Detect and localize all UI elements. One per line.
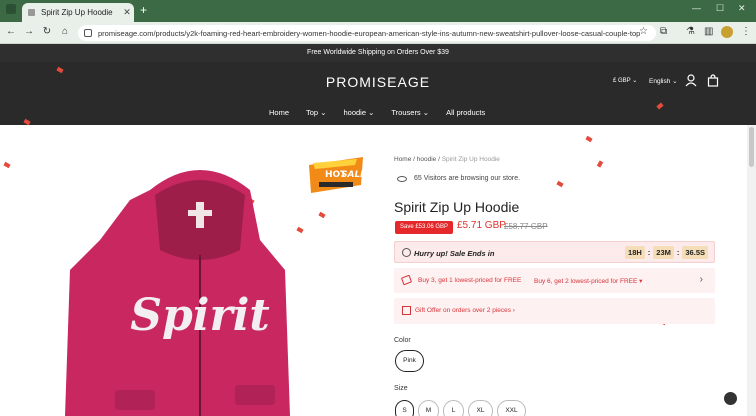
offer-buy-6[interactable]: Buy 6, get 2 lowest-priced for FREE ▾ xyxy=(534,277,642,285)
size-options: S M L XL XXL xyxy=(395,400,530,416)
size-option-xl[interactable]: XL xyxy=(468,400,493,416)
url-text: promiseage.com/products/y2k-foaming-red-… xyxy=(98,28,641,38)
sale-price: £5.71 GBP xyxy=(457,220,506,231)
clock-icon xyxy=(402,248,411,257)
size-label: Size xyxy=(394,385,408,392)
browser-menu-icon[interactable]: ⋮ xyxy=(741,26,751,37)
timer-hours: 18H xyxy=(625,246,645,259)
color-option-pink[interactable]: Pink xyxy=(395,350,424,372)
browser-toolbar: ← → ↻ ⌂ promiseage.com/products/y2k-foam… xyxy=(0,22,756,44)
page-scrollbar[interactable] xyxy=(747,125,756,416)
size-option-xxl[interactable]: XXL xyxy=(497,400,526,416)
save-badge: Save £53.06 GBP xyxy=(395,221,454,234)
close-window-icon[interactable]: ✕ xyxy=(738,3,746,14)
countdown-timer: 18H : 23M : 36.5S xyxy=(625,246,708,259)
address-bar[interactable]: promiseage.com/products/y2k-foaming-red-… xyxy=(78,25,656,41)
back-icon[interactable]: ← xyxy=(4,26,18,37)
gift-offer-text[interactable]: Gift Offer on orders over 2 pieces › xyxy=(415,307,515,314)
nav-item-home[interactable]: Home xyxy=(269,108,289,117)
hot-sale-badge: HOT SALE xyxy=(309,157,367,193)
bookmark-star-icon[interactable]: ☆ xyxy=(639,26,648,37)
hoodie-print-text: Spirit xyxy=(130,290,269,341)
minimize-icon[interactable]: — xyxy=(692,3,701,13)
tag-icon xyxy=(400,274,413,286)
chevron-right-icon[interactable]: › xyxy=(700,274,703,285)
breadcrumb: Home / hoodie / Spirit Zip Up Hoodie xyxy=(394,156,500,163)
eye-icon xyxy=(397,175,407,182)
new-tab-button[interactable]: + xyxy=(140,3,147,17)
hurry-text: Hurry up! Sale Ends in xyxy=(414,249,495,258)
nav-item-all-products[interactable]: All products xyxy=(446,108,485,117)
close-tab-icon[interactable]: ✕ xyxy=(120,7,134,18)
hot-sale-line2: SALE xyxy=(341,170,367,180)
language-selector[interactable]: English ⌄ xyxy=(649,77,678,85)
gift-offer-bar[interactable]: Gift Offer on orders over 2 pieces › xyxy=(394,298,715,324)
bundle-offer-bar[interactable]: Buy 3, get 1 lowest-priced for FREE Buy … xyxy=(394,268,715,293)
color-label: Color xyxy=(394,337,411,344)
breadcrumb-current: Spirit Zip Up Hoodie xyxy=(441,156,500,163)
scrollbar-thumb[interactable] xyxy=(749,127,754,167)
size-option-m[interactable]: M xyxy=(418,400,439,416)
currency-selector[interactable]: £ GBP ⌄ xyxy=(613,77,637,84)
gift-icon xyxy=(402,306,411,315)
site-logo[interactable]: PROMISEAGE xyxy=(0,74,756,90)
home-icon[interactable]: ⌂ xyxy=(58,26,72,37)
currency-value: £ GBP xyxy=(613,78,631,84)
size-option-l[interactable]: L xyxy=(443,400,464,416)
breadcrumb-category[interactable]: hoodie xyxy=(417,156,437,163)
visitors-text: 65 Visitors are browsing our store. xyxy=(414,175,521,182)
chat-widget-icon[interactable] xyxy=(724,392,737,405)
caret-down-icon: ▾ xyxy=(639,278,643,285)
compare-price: £58.77 GBP xyxy=(504,222,548,231)
browser-tab-bar: Spirit Zip Up Hoodie ✕ + — ☐ ✕ xyxy=(0,0,756,22)
announcement-bar: Free Worldwide Shipping on Orders Over $… xyxy=(0,44,756,62)
breadcrumb-home[interactable]: Home xyxy=(394,156,411,163)
product-image[interactable]: Spirit xyxy=(60,160,290,416)
size-option-s[interactable]: S xyxy=(395,400,414,416)
browser-tab[interactable]: Spirit Zip Up Hoodie ✕ xyxy=(22,3,134,22)
confetti xyxy=(318,211,326,219)
confetti xyxy=(585,135,593,143)
confetti xyxy=(556,180,564,188)
site-info-icon[interactable] xyxy=(84,29,92,37)
confetti xyxy=(3,161,11,169)
timer-seconds: 36.5S xyxy=(682,246,708,259)
countdown-banner: Hurry up! Sale Ends in 18H : 23M : 36.5S xyxy=(394,241,715,263)
forward-icon[interactable]: → xyxy=(22,26,36,37)
language-value: English xyxy=(649,78,671,85)
product-title: Spirit Zip Up Hoodie xyxy=(394,199,520,215)
cart-icon[interactable] xyxy=(707,74,719,87)
extensions-icon[interactable]: ⧉ xyxy=(660,26,667,37)
nav-item-top[interactable]: Top ⌄ xyxy=(306,108,326,117)
reload-icon[interactable]: ↻ xyxy=(40,26,54,37)
account-icon[interactable] xyxy=(685,74,697,87)
maximize-icon[interactable]: ☐ xyxy=(716,3,724,14)
favicon-icon xyxy=(28,9,35,16)
tab-search-icon[interactable] xyxy=(6,4,16,14)
nav-item-trousers[interactable]: Trousers ⌄ xyxy=(391,108,429,117)
timer-minutes: 23M xyxy=(653,246,674,259)
site-header: PROMISEAGE £ GBP ⌄ English ⌄ Home Top ⌄ … xyxy=(0,62,756,125)
profile-avatar[interactable] xyxy=(721,26,733,38)
labs-icon[interactable]: ⚗ xyxy=(686,26,695,37)
nav-item-hoodie[interactable]: hoodie ⌄ xyxy=(343,108,374,117)
sidepanel-icon[interactable]: ▥ xyxy=(704,26,713,37)
offer-buy-6-text: Buy 6, get 2 lowest-priced for FREE xyxy=(534,278,638,285)
confetti xyxy=(596,160,604,168)
confetti xyxy=(296,226,304,234)
main-nav: Home Top ⌄ hoodie ⌄ Trousers ⌄ All produ… xyxy=(269,108,502,117)
tab-title: Spirit Zip Up Hoodie xyxy=(41,8,113,17)
offer-buy-3[interactable]: Buy 3, get 1 lowest-priced for FREE xyxy=(418,277,521,284)
visitors-notice: 65 Visitors are browsing our store. xyxy=(397,175,520,182)
